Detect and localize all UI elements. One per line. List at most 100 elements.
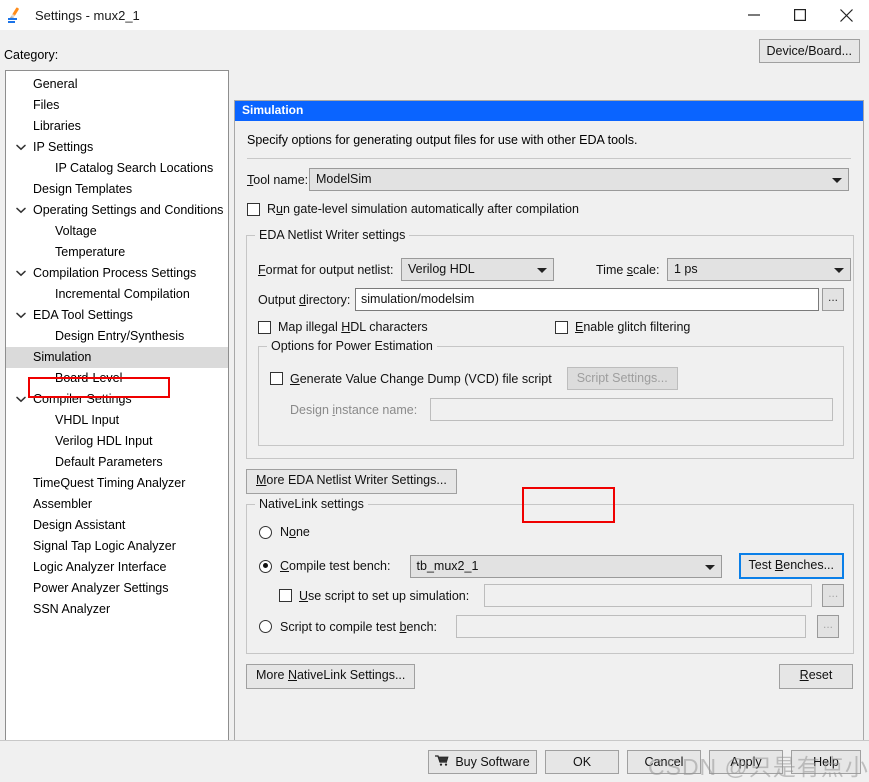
nativelink-none-label: None bbox=[280, 525, 310, 539]
script-compile-input[interactable] bbox=[456, 615, 806, 638]
sidebar-item-temperature[interactable]: Temperature bbox=[6, 242, 228, 263]
sidebar-item-label: Temperature bbox=[55, 245, 126, 259]
sidebar-item-timequest-timing-analyzer[interactable]: TimeQuest Timing Analyzer bbox=[6, 473, 228, 494]
timescale-combo[interactable]: 1 ps bbox=[667, 258, 851, 281]
more-eda-netlist-writer-settings-button[interactable]: More EDA Netlist Writer Settings... bbox=[246, 469, 457, 494]
nativelink-none-row[interactable]: None bbox=[259, 525, 310, 539]
apply-button[interactable]: Apply bbox=[709, 750, 783, 774]
sidebar-item-label: Files bbox=[33, 98, 60, 112]
chevron-down-icon[interactable] bbox=[14, 305, 28, 326]
chevron-down-icon[interactable] bbox=[14, 137, 28, 158]
sidebar-item-design-templates[interactable]: Design Templates bbox=[6, 179, 228, 200]
map-illegal-checkbox[interactable] bbox=[258, 320, 271, 334]
glitch-filtering-checkbox[interactable] bbox=[555, 320, 568, 334]
sidebar-item-eda-tool-settings[interactable]: EDA Tool Settings bbox=[6, 305, 228, 326]
script-compile-label: Script to compile test bench: bbox=[280, 619, 438, 634]
sidebar-item-signal-tap-logic-analyzer[interactable]: Signal Tap Logic Analyzer bbox=[6, 536, 228, 557]
use-script-input[interactable] bbox=[484, 584, 813, 607]
reset-button-label: Reset bbox=[799, 668, 833, 682]
test-benches-button[interactable]: Test Benches... bbox=[738, 553, 844, 579]
use-script-row[interactable]: Use script to set up simulation: ... bbox=[279, 584, 844, 607]
run-gate-level-label: Run gate-level simulation automatically … bbox=[267, 202, 579, 216]
sidebar-item-design-assistant[interactable]: Design Assistant bbox=[6, 515, 228, 536]
buy-software-button[interactable]: Buy Software bbox=[428, 750, 537, 774]
sidebar-item-label: IP Catalog Search Locations bbox=[55, 161, 214, 175]
sidebar-item-incremental-compilation[interactable]: Incremental Compilation bbox=[6, 284, 228, 305]
ok-button[interactable]: OK bbox=[545, 750, 619, 774]
compile-test-bench-row[interactable]: Compile test bench: tb_mux2_1 Test Bench… bbox=[259, 553, 844, 579]
format-label: Format for output netlist: bbox=[258, 262, 394, 277]
chevron-down-icon[interactable] bbox=[14, 200, 28, 221]
run-gate-level-row[interactable]: Run gate-level simulation automatically … bbox=[247, 202, 579, 216]
nativelink-none-radio[interactable] bbox=[259, 525, 272, 539]
sidebar-item-logic-analyzer-interface[interactable]: Logic Analyzer Interface bbox=[6, 557, 228, 578]
use-script-browse-button[interactable]: ... bbox=[822, 584, 844, 607]
eda-netlist-writer-group: EDA Netlist Writer settings Format for o… bbox=[246, 228, 854, 459]
sidebar-item-ssn-analyzer[interactable]: SSN Analyzer bbox=[6, 599, 228, 620]
power-estimation-group-title: Options for Power Estimation bbox=[267, 339, 437, 353]
map-illegal-row[interactable]: Map illegal HDL characters bbox=[258, 320, 428, 334]
dialog-button-bar: Buy Software OK Cancel Apply Help bbox=[0, 740, 869, 781]
sidebar-item-simulation[interactable]: Simulation bbox=[6, 347, 228, 368]
glitch-filtering-row[interactable]: Enable glitch filtering bbox=[555, 320, 690, 334]
cancel-button[interactable]: Cancel bbox=[627, 750, 701, 774]
use-script-checkbox[interactable] bbox=[279, 589, 292, 602]
category-label: Category: bbox=[4, 48, 59, 62]
output-directory-browse-button[interactable]: ... bbox=[822, 288, 844, 311]
tool-name-row: Tool name: ModelSim bbox=[247, 168, 853, 191]
design-instance-row: Design instance name: bbox=[290, 398, 835, 421]
nativelink-group-title: NativeLink settings bbox=[255, 497, 368, 511]
more-nativelink-button-label: More NativeLink Settings... bbox=[256, 668, 406, 682]
sidebar-item-files[interactable]: Files bbox=[6, 95, 228, 116]
divider bbox=[247, 158, 851, 159]
sidebar-item-label: TimeQuest Timing Analyzer bbox=[33, 476, 186, 490]
eda-netlist-writer-group-title: EDA Netlist Writer settings bbox=[255, 228, 410, 242]
sidebar-item-voltage[interactable]: Voltage bbox=[6, 221, 228, 242]
sidebar-item-operating-settings-and-conditions[interactable]: Operating Settings and Conditions bbox=[6, 200, 228, 221]
sidebar-item-libraries[interactable]: Libraries bbox=[6, 116, 228, 137]
more-nativelink-settings-button[interactable]: More NativeLink Settings... bbox=[246, 664, 416, 689]
minimize-icon[interactable] bbox=[731, 0, 777, 30]
chevron-down-icon[interactable] bbox=[14, 389, 28, 410]
script-compile-radio[interactable] bbox=[259, 620, 272, 633]
sidebar-item-compilation-process-settings[interactable]: Compilation Process Settings bbox=[6, 263, 228, 284]
chevron-down-icon bbox=[704, 564, 715, 570]
sidebar-item-general[interactable]: General bbox=[6, 74, 228, 95]
shopping-cart-icon bbox=[435, 755, 449, 769]
reset-button[interactable]: Reset bbox=[779, 664, 853, 689]
sidebar-item-compiler-settings[interactable]: Compiler Settings bbox=[6, 389, 228, 410]
device-board-button[interactable]: Device/Board... bbox=[758, 39, 860, 63]
help-button[interactable]: Help bbox=[791, 750, 861, 774]
output-directory-input[interactable]: simulation/modelsim bbox=[355, 288, 819, 311]
sidebar-item-label: Compilation Process Settings bbox=[33, 266, 197, 280]
run-gate-level-checkbox[interactable] bbox=[247, 202, 260, 216]
script-settings-button[interactable]: Script Settings... bbox=[566, 367, 678, 390]
output-directory-label: Output directory: bbox=[258, 292, 351, 307]
category-tree[interactable]: General Files Libraries IP Settings IP Catal… bbox=[5, 70, 229, 777]
tool-name-combo[interactable]: ModelSim bbox=[309, 168, 849, 191]
sidebar-item-ip-catalog-search-locations[interactable]: IP Catalog Search Locations bbox=[6, 158, 228, 179]
sidebar-item-design-entry-synthesis[interactable]: Design Entry/Synthesis bbox=[6, 326, 228, 347]
sidebar-item-label: Assembler bbox=[33, 497, 93, 511]
sidebar-item-ip-settings[interactable]: IP Settings bbox=[6, 137, 228, 158]
chevron-down-icon[interactable] bbox=[14, 263, 28, 284]
sidebar-item-board-level[interactable]: Board-Level bbox=[6, 368, 228, 389]
sidebar-item-power-analyzer-settings[interactable]: Power Analyzer Settings bbox=[6, 578, 228, 599]
simulation-settings-panel: Simulation Specify options for generatin… bbox=[234, 100, 864, 770]
quartus-settings-icon bbox=[7, 6, 33, 24]
close-icon[interactable] bbox=[823, 0, 869, 30]
compile-test-bench-radio[interactable] bbox=[259, 559, 272, 573]
script-compile-row[interactable]: Script to compile test bench: ... bbox=[259, 615, 844, 638]
sidebar-item-assembler[interactable]: Assembler bbox=[6, 494, 228, 515]
sidebar-item-vhdl-input[interactable]: VHDL Input bbox=[6, 410, 228, 431]
format-combo[interactable]: Verilog HDL bbox=[401, 258, 554, 281]
sidebar-item-label: Voltage bbox=[55, 224, 97, 238]
sidebar-item-default-parameters[interactable]: Default Parameters bbox=[6, 452, 228, 473]
script-compile-browse-button[interactable]: ... bbox=[817, 615, 839, 638]
vcd-checkbox[interactable] bbox=[270, 372, 283, 385]
design-instance-input[interactable] bbox=[430, 398, 833, 421]
maximize-icon[interactable] bbox=[777, 0, 823, 30]
compile-test-bench-combo[interactable]: tb_mux2_1 bbox=[409, 554, 722, 578]
vcd-row[interactable]: Generate Value Change Dump (VCD) file sc… bbox=[270, 367, 678, 390]
sidebar-item-verilog-hdl-input[interactable]: Verilog HDL Input bbox=[6, 431, 228, 452]
